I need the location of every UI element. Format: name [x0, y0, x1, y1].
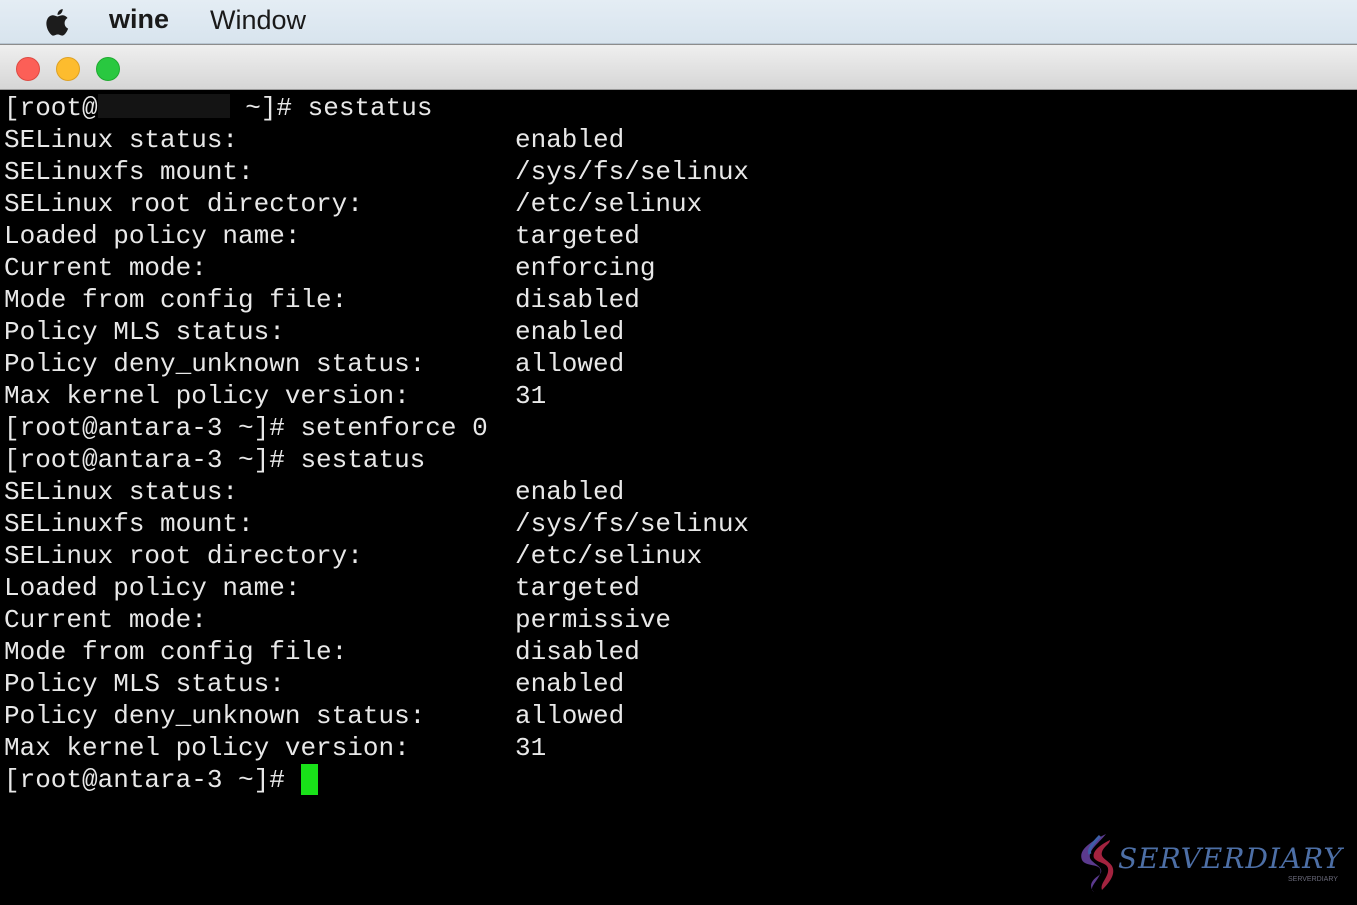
status-label: Mode from config file: — [4, 285, 348, 315]
status-label: Current mode: — [4, 253, 207, 283]
status-value: enforcing — [515, 253, 656, 283]
status-value: targeted — [515, 221, 640, 251]
status-label: Loaded policy name: — [4, 573, 301, 603]
status-label: Mode from config file: — [4, 637, 348, 667]
terminal-prompt-line: [root@antara-3 ~]# setenforce 0 — [4, 413, 488, 443]
serverdiary-watermark: SERVERDIARY SERVERDIARY — [1070, 832, 1350, 894]
status-label: Policy MLS status: — [4, 317, 285, 347]
status-label: Current mode: — [4, 605, 207, 635]
status-value: /etc/selinux — [515, 189, 703, 219]
menu-window[interactable]: Window — [210, 5, 306, 36]
final-prompt-text: [root@antara-3 ~]# — [4, 765, 301, 795]
prompt-prefix: [root@ — [4, 93, 98, 123]
status-value: /sys/fs/selinux — [515, 509, 750, 539]
status-label: SELinux root directory: — [4, 189, 363, 219]
status-value: /etc/selinux — [515, 541, 703, 571]
status-label: SELinux status: — [4, 125, 239, 155]
close-window-button[interactable] — [16, 57, 40, 81]
minimize-window-button[interactable] — [56, 57, 80, 81]
status-label: Loaded policy name: — [4, 221, 301, 251]
status-value: targeted — [515, 573, 640, 603]
prompt-suffix: ~]# — [229, 93, 308, 123]
status-value: enabled — [515, 477, 625, 507]
terminal-output[interactable]: [root@ ~]# sestatus SELinux status: enabl… — [0, 90, 1357, 905]
zoom-window-button[interactable] — [96, 57, 120, 81]
terminal-prompt-line: [root@antara-3 ~]# — [4, 764, 319, 796]
status-value: enabled — [515, 669, 625, 699]
status-value: enabled — [515, 317, 625, 347]
menu-app-name[interactable]: wine — [109, 4, 169, 35]
status-value: disabled — [515, 285, 640, 315]
window-title-bar — [0, 44, 1357, 90]
terminal-prompt-line: [root@ ~]# sestatus — [4, 92, 432, 124]
status-label: Policy deny_unknown status: — [4, 701, 426, 731]
status-label: Max kernel policy version: — [4, 381, 410, 411]
status-label: SELinuxfs mount: — [4, 509, 254, 539]
status-value: 31 — [515, 381, 547, 411]
status-label: SELinux root directory: — [4, 541, 363, 571]
status-label: Policy MLS status: — [4, 669, 285, 699]
status-label: Max kernel policy version: — [4, 733, 410, 763]
menu-bar: wine Window — [0, 0, 1357, 44]
status-value: allowed — [515, 701, 625, 731]
status-value: enabled — [515, 125, 625, 155]
terminal-prompt-line: [root@antara-3 ~]# sestatus — [4, 445, 426, 475]
terminal-cursor[interactable] — [301, 764, 319, 795]
status-label: SELinux status: — [4, 477, 239, 507]
status-value: permissive — [515, 605, 672, 635]
redacted-hostname — [97, 94, 230, 118]
watermark-text: SERVERDIARY — [1118, 842, 1343, 875]
status-label: Policy deny_unknown status: — [4, 349, 426, 379]
prompt-command: sestatus — [307, 93, 433, 123]
status-value: allowed — [515, 349, 625, 379]
status-value: 31 — [515, 733, 547, 763]
status-label: SELinuxfs mount: — [4, 157, 254, 187]
apple-logo-icon[interactable] — [40, 6, 70, 38]
status-value: /sys/fs/selinux — [515, 157, 750, 187]
status-value: disabled — [515, 637, 640, 667]
watermark-small-text: SERVERDIARY — [1288, 876, 1338, 883]
